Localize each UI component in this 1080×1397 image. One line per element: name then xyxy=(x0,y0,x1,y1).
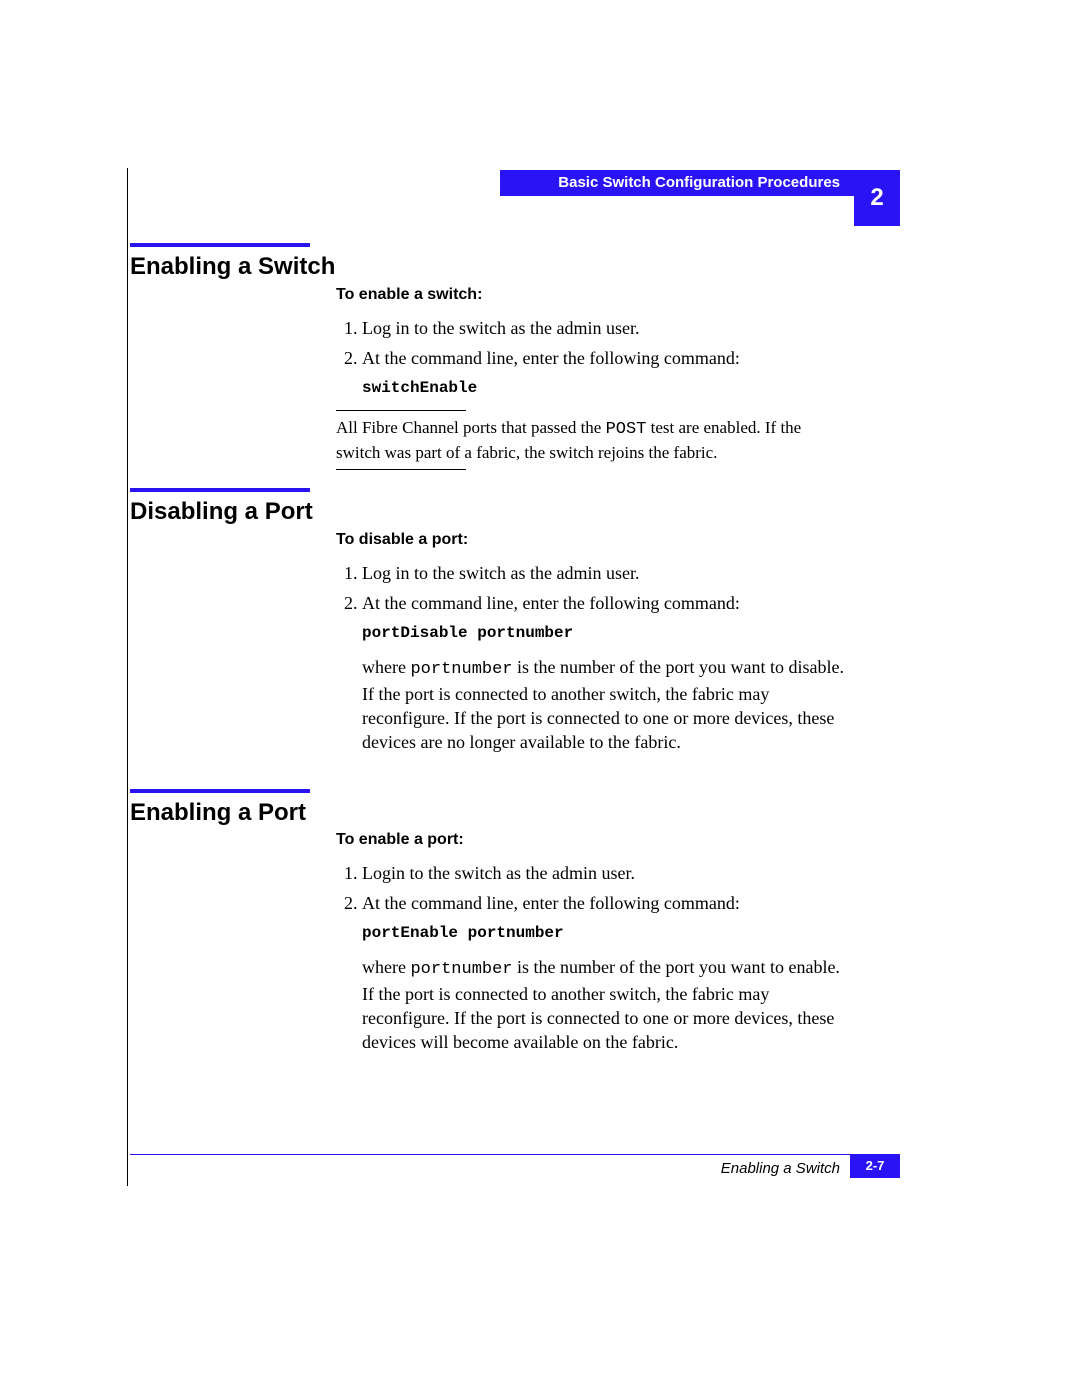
vertical-rule xyxy=(127,168,128,1186)
section-heading: Disabling a Port xyxy=(130,488,854,526)
paragraph: where portnumber is the number of the po… xyxy=(362,655,846,755)
section-body: To enable a switch: Log in to the switch… xyxy=(336,284,846,476)
procedure-subhead: To enable a port: xyxy=(336,829,846,851)
procedure-subhead: To enable a switch: xyxy=(336,284,846,306)
step-item: Log in to the switch as the admin user. xyxy=(362,561,846,585)
footer-caption: Enabling a Switch xyxy=(721,1160,840,1177)
running-header: Basic Switch Configuration Procedures xyxy=(500,170,854,196)
command-text: portDisable portnumber xyxy=(362,623,846,645)
note-rule xyxy=(336,469,466,470)
section-title: Enabling a Port xyxy=(130,799,854,827)
note-code: POST xyxy=(606,420,647,439)
step-list: Login to the switch as the admin user. A… xyxy=(336,861,846,916)
para-prefix: where xyxy=(362,657,410,677)
step-list: Log in to the switch as the admin user. … xyxy=(336,316,846,371)
section-rule xyxy=(130,789,310,793)
step-item: At the command line, enter the following… xyxy=(362,891,846,915)
command-text: portEnable portnumber xyxy=(362,923,846,945)
page-footer: Enabling a Switch 2-7 xyxy=(130,1154,900,1184)
section-title: Enabling a Switch xyxy=(130,253,854,281)
para-prefix: where xyxy=(362,957,410,977)
para-code: portnumber xyxy=(410,660,512,679)
step-item: At the command line, enter the following… xyxy=(362,346,846,370)
paragraph: where portnumber is the number of the po… xyxy=(362,955,846,1055)
command-text: switchEnable xyxy=(362,378,846,400)
para-code: portnumber xyxy=(410,960,512,979)
chapter-tab: 2 xyxy=(854,170,900,226)
footer-rule xyxy=(130,1154,900,1155)
procedure-subhead: To disable a port: xyxy=(336,529,846,551)
step-list: Log in to the switch as the admin user. … xyxy=(336,561,846,616)
section-title: Disabling a Port xyxy=(130,498,854,526)
section-heading: Enabling a Port xyxy=(130,789,854,827)
page-number: 2-7 xyxy=(850,1154,900,1178)
page: Basic Switch Configuration Procedures 2 … xyxy=(0,0,1080,1397)
note-rule xyxy=(336,410,466,411)
step-item: At the command line, enter the following… xyxy=(362,591,846,615)
step-item: Login to the switch as the admin user. xyxy=(362,861,846,885)
section-rule xyxy=(130,488,310,492)
note-prefix: All Fibre Channel ports that passed the xyxy=(336,418,606,437)
section-heading: Enabling a Switch xyxy=(130,243,854,281)
section-body: To disable a port: Log in to the switch … xyxy=(336,529,846,755)
section-body: To enable a port: Login to the switch as… xyxy=(336,829,846,1055)
section-rule xyxy=(130,243,310,247)
note-text: All Fibre Channel ports that passed the … xyxy=(336,417,846,465)
step-item: Log in to the switch as the admin user. xyxy=(362,316,846,340)
